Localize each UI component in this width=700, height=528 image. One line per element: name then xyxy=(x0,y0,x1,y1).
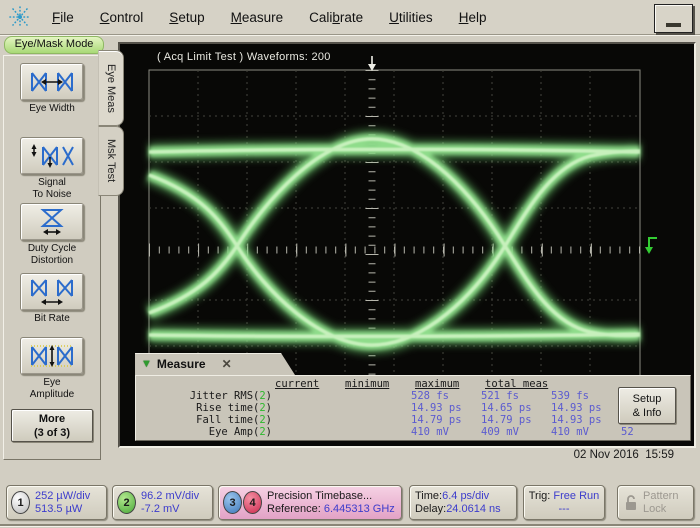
menu-calibrate[interactable]: Calibrate xyxy=(309,10,363,25)
duty-cycle-button[interactable] xyxy=(20,203,84,241)
measurement-sidebar: Eye Width SignalTo Noise xyxy=(3,55,101,460)
lock-icon xyxy=(624,495,638,511)
mode-label: Eye/Mask Mode xyxy=(4,36,104,54)
duty-cycle-label: Duty CycleDistortion xyxy=(4,243,100,266)
trigger-level-marker[interactable] xyxy=(645,238,657,254)
measure-row-fall: Fall time(2) 14.79 ps14.79 ps 14.93 ps52 xyxy=(136,414,700,426)
acquisition-status: ( Acq Limit Test ) Waveforms: 200 xyxy=(157,51,331,63)
scope-display: ( Acq Limit Test ) Waveforms: 200 ▼ Meas… xyxy=(118,42,696,448)
menu-bar: File Control Setup Measure Calibrate Uti… xyxy=(0,0,700,35)
close-icon[interactable]: ✕ xyxy=(222,357,232,371)
channel2-badge: 2 xyxy=(117,491,136,514)
setup-info-button[interactable]: Setup& Info xyxy=(618,387,676,424)
trigger-position-marker[interactable] xyxy=(368,56,376,71)
measure-tab[interactable]: ▼ Measure ✕ xyxy=(135,353,295,375)
signal-to-noise-button[interactable] xyxy=(20,137,84,175)
timebase-panel[interactable]: 3 4 Precision Timebase... Reference: 6.4… xyxy=(218,485,402,520)
eye-width-icon xyxy=(29,69,75,95)
menu-utilities[interactable]: Utilities xyxy=(389,10,433,25)
eye-width-label: Eye Width xyxy=(4,103,100,115)
signal-to-noise-icon xyxy=(29,143,75,169)
window-bottom-groove xyxy=(0,524,700,526)
eye-width-block: Eye Width xyxy=(4,63,100,115)
measure-header-row: currentminimum maximumtotal meas xyxy=(136,378,565,390)
measure-tab-label: Measure xyxy=(157,357,206,371)
bit-rate-label: Bit Rate xyxy=(4,313,100,325)
eye-amplitude-button[interactable] xyxy=(20,337,84,375)
measure-row-eyeamp: Eye Amp(2) 410 mV409 mV 410 mV52 xyxy=(136,426,700,438)
channel3-badge: 3 xyxy=(223,491,242,514)
channel2-panel[interactable]: 2 96.2 mV/div-7.2 mV xyxy=(112,485,213,520)
more-button[interactable]: More(3 of 3) xyxy=(11,409,93,442)
menu-help[interactable]: Help xyxy=(459,10,487,25)
signal-to-noise-label: SignalTo Noise xyxy=(4,177,100,200)
menu-control[interactable]: Control xyxy=(100,10,144,25)
datetime-display: 02 Nov 2016 15:59 xyxy=(574,449,674,461)
channel1-panel[interactable]: 1 252 µW/div513.5 µW xyxy=(6,485,107,520)
agilent-spark-icon xyxy=(7,5,33,29)
bit-rate-block: Bit Rate xyxy=(4,273,100,325)
tab-eye-meas-label: Eye Meas xyxy=(105,64,117,113)
channel1-badge: 1 xyxy=(11,491,30,514)
menu-measure[interactable]: Measure xyxy=(231,10,284,25)
eye-amplitude-label: EyeAmplitude xyxy=(4,377,100,400)
eye-amplitude-block: EyeAmplitude xyxy=(4,337,100,400)
measure-row-jitter: Jitter RMS(2) 528 fs521 fs 539 fs52 xyxy=(136,390,700,402)
tab-eye-meas[interactable]: Eye Meas xyxy=(98,50,124,126)
minimize-icon xyxy=(666,23,681,27)
menu-setup[interactable]: Setup xyxy=(169,10,204,25)
eye-width-button[interactable] xyxy=(20,63,84,101)
duty-cycle-block: Duty CycleDistortion xyxy=(4,203,100,266)
duty-cycle-distortion-icon xyxy=(29,208,75,236)
bit-rate-icon xyxy=(29,278,75,306)
collapse-triangle-icon[interactable]: ▼ xyxy=(141,358,152,370)
eye-amplitude-icon xyxy=(29,343,75,369)
minimize-button[interactable] xyxy=(654,4,693,33)
bit-rate-button[interactable] xyxy=(20,273,84,311)
channel4-badge: 4 xyxy=(243,491,262,514)
pattern-lock-button[interactable]: PatternLock xyxy=(617,485,694,520)
tab-msk-test-label: Msk Test xyxy=(105,139,117,182)
time-panel[interactable]: Time:6.4 ps/div Delay:24.0614 ns xyxy=(409,485,517,520)
menu-file[interactable]: File xyxy=(52,10,74,25)
tab-msk-test[interactable]: Msk Test xyxy=(98,126,124,196)
application-window: File Control Setup Measure Calibrate Uti… xyxy=(0,0,700,528)
signal-to-noise-block: SignalTo Noise xyxy=(4,137,100,200)
measure-results-panel: currentminimum maximumtotal meas Jitter … xyxy=(135,375,691,441)
trigger-panel[interactable]: Trig: Free Run --- xyxy=(523,485,605,520)
measure-row-rise: Rise time(2) 14.93 ps14.65 ps 14.93 ps52 xyxy=(136,402,700,414)
